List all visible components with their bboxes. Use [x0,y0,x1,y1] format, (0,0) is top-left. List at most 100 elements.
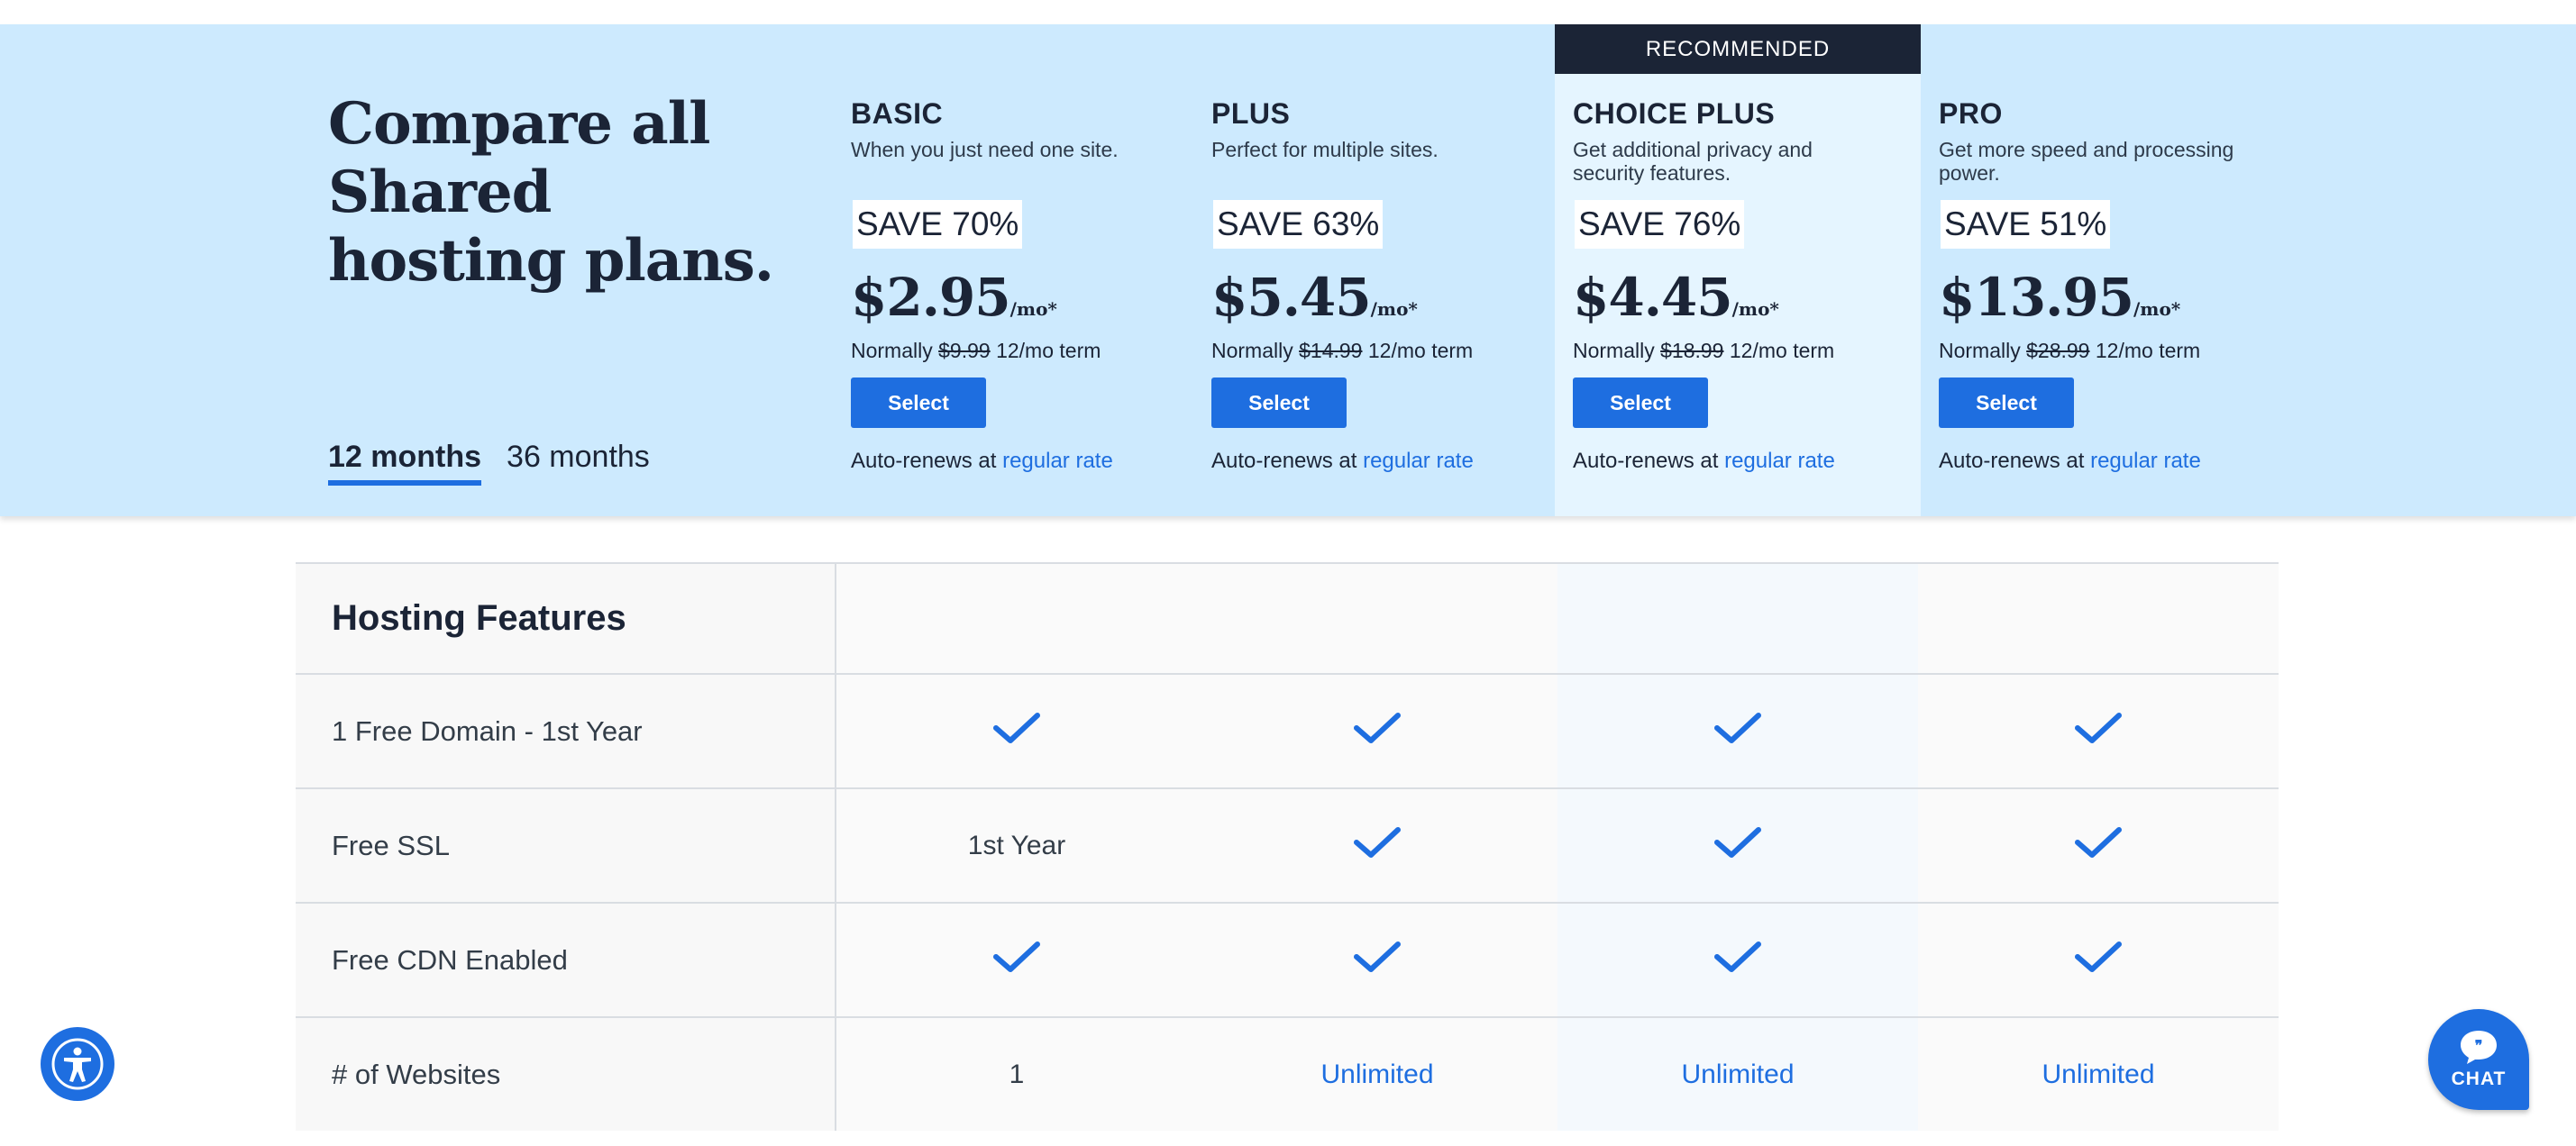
check-icon [1353,939,1402,982]
check-icon [1713,710,1762,753]
term-label: 12/mo term [2095,339,2201,362]
plan-price: $5.45/mo* [1211,267,1418,328]
table-cell [1197,675,1557,787]
table-header-row: Hosting Features [296,562,2279,673]
auto-renew-note: Auto-renews at regular rate [1211,449,1474,474]
unlimited-link[interactable]: Unlimited [2042,1060,2154,1090]
price-value: $2.95 [851,267,1011,328]
price-value: $13.95 [1939,267,2134,328]
term-label: 12/mo term [1729,339,1835,362]
normally-label: Normally [1939,339,2021,362]
save-badge: SAVE 63% [1213,200,1384,249]
select-pro-button[interactable]: Select [1939,377,2074,428]
plan-description: When you just need one site. [851,138,1119,161]
table-cell [836,904,1197,1016]
save-badge: SAVE 70% [853,200,1023,249]
table-cell [1197,564,1557,673]
plan-pro: PRO Get more speed and processing power.… [1939,97,2272,473]
svg-text:❞: ❞ [2475,1037,2483,1054]
tab-12-months[interactable]: 12 months [328,440,482,486]
table-cell [1197,904,1557,1016]
price-value: $5.45 [1211,267,1372,328]
unlimited-link[interactable]: Unlimited [1681,1060,1794,1090]
plan-price: $13.95/mo* [1939,267,2180,328]
table-cell: Unlimited [1918,1018,2279,1131]
plan-name: PRO [1939,97,2003,130]
save-badge: SAVE 51% [1941,200,2111,249]
cell-value: 1st Year [967,830,1066,860]
table-cell [1918,904,2279,1016]
feature-label: 1 Free Domain - 1st Year [296,675,836,787]
select-plus-button[interactable]: Select [1211,377,1347,428]
term-label: 12/mo term [1367,339,1474,362]
table-cell [1557,564,1918,673]
table-row: Free CDN Enabled [296,902,2279,1016]
table-row: 1 Free Domain - 1st Year [296,673,2279,787]
normally-label: Normally [1573,339,1655,362]
plan-description: Get additional privacy and security feat… [1573,138,1813,185]
renew-text: Auto-renews at [1939,449,2085,473]
check-icon [2074,939,2123,982]
table-cell: Unlimited [1197,1018,1557,1131]
features-heading: Hosting Features [296,564,836,673]
normal-price: Normally $28.99 12/mo term [1939,339,2200,363]
feature-label: # of Websites [296,1018,836,1131]
table-cell [1918,789,2279,902]
old-price: $9.99 [938,339,991,362]
plan-name: CHOICE PLUS [1573,97,1776,130]
price-unit: /mo* [1731,298,1779,320]
table-cell [836,675,1197,787]
check-icon [1713,824,1762,868]
renew-text: Auto-renews at [851,449,997,473]
check-icon [992,710,1041,753]
recommended-badge: RECOMMENDED [1555,24,1921,74]
table-cell [1557,904,1918,1016]
regular-rate-link[interactable]: regular rate [1724,449,1835,473]
plan-price: $4.45/mo* [1573,267,1779,328]
price-unit: /mo* [2133,298,2181,320]
table-cell: 1st Year [836,789,1197,902]
check-icon [1713,939,1762,982]
table-cell [1197,789,1557,902]
feature-label: Free SSL [296,789,836,902]
table-cell: 1 [836,1018,1197,1131]
regular-rate-link[interactable]: regular rate [2090,449,2201,473]
auto-renew-note: Auto-renews at regular rate [1939,449,2201,474]
plan-price: $2.95/mo* [851,267,1057,328]
chat-label: CHAT [2451,1069,2507,1089]
plan-name: PLUS [1211,97,1291,130]
table-cell [1918,564,2279,673]
old-price: $18.99 [1660,339,1724,362]
price-unit: /mo* [1009,298,1057,320]
old-price: $14.99 [1299,339,1363,362]
price-value: $4.45 [1573,267,1733,328]
cell-value: 1 [1009,1059,1025,1089]
accessibility-button[interactable] [41,1027,114,1101]
normal-price: Normally $9.99 12/mo term [851,339,1101,363]
normally-label: Normally [851,339,933,362]
regular-rate-link[interactable]: regular rate [1002,449,1113,473]
check-icon [2074,710,2123,753]
auto-renew-note: Auto-renews at regular rate [851,449,1113,474]
accessibility-icon [51,1038,104,1090]
unlimited-link[interactable]: Unlimited [1320,1060,1433,1090]
plan-basic: BASIC When you just need one site. SAVE … [851,97,1193,473]
tab-36-months[interactable]: 36 months [507,440,650,486]
plan-plus: PLUS Perfect for multiple sites. SAVE 63… [1211,97,1554,473]
page-title: Compare all Shared hosting plans. [328,90,774,295]
check-icon [1353,824,1402,868]
term-label: 12/mo term [996,339,1101,362]
select-basic-button[interactable]: Select [851,377,986,428]
feature-label: Free CDN Enabled [296,904,836,1016]
auto-renew-note: Auto-renews at regular rate [1573,449,1835,474]
table-cell [1918,675,2279,787]
regular-rate-link[interactable]: regular rate [1363,449,1474,473]
table-row: Free SSL 1st Year [296,787,2279,902]
chat-button[interactable]: ❞ CHAT [2428,1009,2529,1110]
select-choice-plus-button[interactable]: Select [1573,377,1708,428]
normal-price: Normally $14.99 12/mo term [1211,339,1473,363]
plan-choice-plus: CHOICE PLUS Get additional privacy and s… [1573,97,1870,473]
old-price: $28.99 [2026,339,2090,362]
table-row: # of Websites 1 Unlimited Unlimited Unlimite… [296,1016,2279,1131]
table-cell [1557,675,1918,787]
